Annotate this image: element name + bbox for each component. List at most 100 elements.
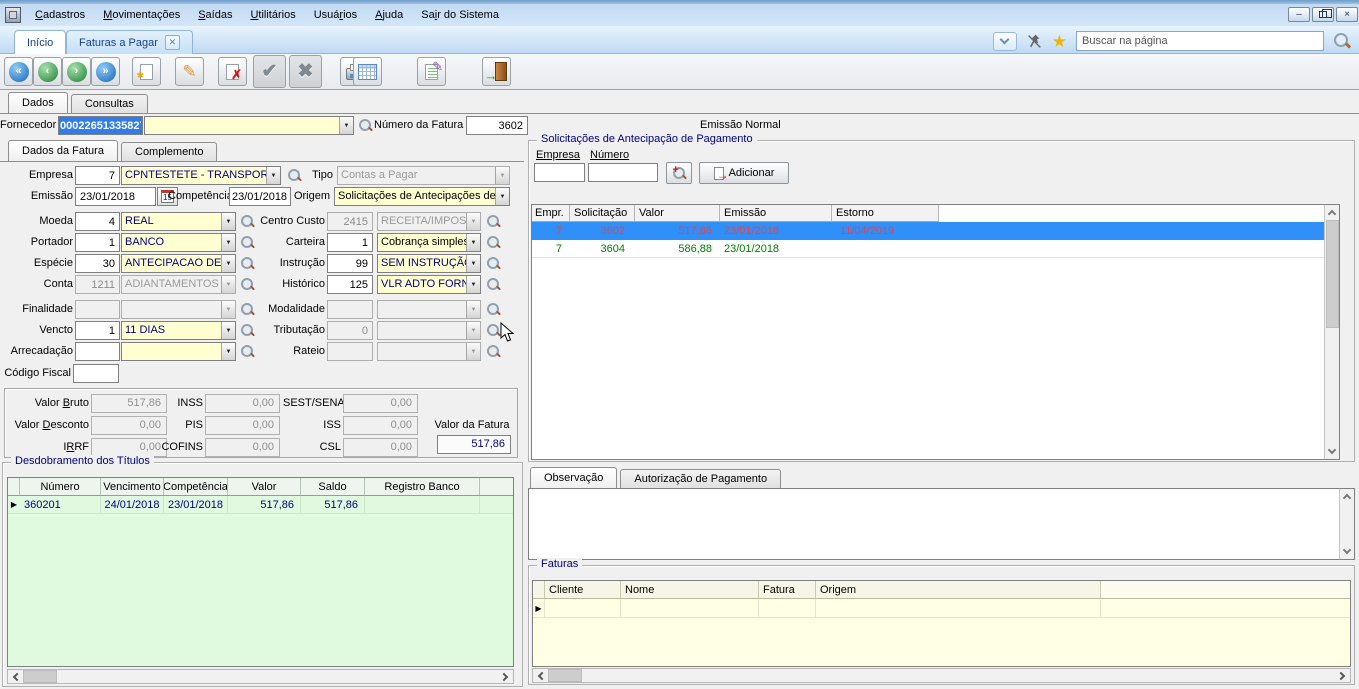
- scroll-right-icon[interactable]: [498, 670, 513, 683]
- menu-cadastros[interactable]: Cadastros: [26, 6, 94, 24]
- menu-saidas[interactable]: Saídas: [189, 6, 241, 24]
- tab-faturas-a-pagar[interactable]: Faturas a Pagar: [66, 30, 193, 54]
- moeda-combo-arrow[interactable]: [221, 213, 235, 230]
- fornecedor-combo-arrow[interactable]: [339, 117, 353, 134]
- carteira-lookup-icon[interactable]: [486, 235, 501, 250]
- first-record-button[interactable]: «: [4, 57, 33, 86]
- instrucao-code-input[interactable]: [327, 254, 373, 273]
- fornecedor-lookup-icon[interactable]: [358, 118, 373, 133]
- chevron-down-button[interactable]: [993, 32, 1017, 51]
- portador-combo-arrow[interactable]: [221, 234, 235, 251]
- portador-code-input[interactable]: [75, 233, 120, 252]
- scroll-down-icon[interactable]: [1326, 444, 1339, 459]
- tab-autorizacao-de-pagamento[interactable]: Autorização de Pagamento: [620, 469, 781, 488]
- fornecedor-code-input[interactable]: [58, 116, 143, 135]
- cancel-button[interactable]: ✖: [289, 55, 322, 88]
- tributacao-lookup-icon[interactable]: [486, 323, 501, 338]
- solicitacoes-row-selected[interactable]: 7 3602 517,86 23/01/2018 11/04/2019: [532, 222, 1339, 240]
- modalidade-lookup-icon[interactable]: [486, 302, 501, 317]
- exit-button[interactable]: [482, 57, 511, 86]
- emissao-input[interactable]: [75, 187, 156, 206]
- carteira-combo-arrow[interactable]: [466, 234, 480, 251]
- menu-ajuda[interactable]: Ajuda: [366, 6, 412, 24]
- scroll-up-icon[interactable]: [1326, 205, 1339, 220]
- observacao-textarea[interactable]: [529, 489, 1337, 559]
- historico-lookup-icon[interactable]: [486, 277, 501, 292]
- instrucao-combo-arrow[interactable]: [466, 255, 480, 272]
- edit-button[interactable]: [175, 57, 204, 86]
- tab-dados-da-fatura[interactable]: Dados da Fatura: [8, 140, 118, 161]
- desdobramento-hscrollbar[interactable]: [7, 669, 514, 684]
- vencto-combo[interactable]: 11 DIAS: [121, 321, 236, 340]
- faturas-empty-row[interactable]: [533, 599, 1350, 618]
- vencto-combo-arrow[interactable]: [221, 322, 235, 339]
- empresa-code-input[interactable]: [75, 166, 120, 185]
- search-icon[interactable]: [1333, 32, 1351, 50]
- restore-button[interactable]: [1312, 7, 1334, 22]
- fornecedor-combo[interactable]: [144, 116, 354, 135]
- close-button[interactable]: ×: [1336, 7, 1358, 22]
- search-input[interactable]: [1076, 31, 1324, 51]
- arrecadacao-code-input[interactable]: [75, 342, 120, 361]
- scroll-right-icon[interactable]: [1335, 669, 1350, 682]
- portador-combo[interactable]: BANCO: [121, 233, 236, 252]
- desdobramento-grid[interactable]: Número Vencimento Competência Valor Sald…: [7, 477, 514, 667]
- menu-movimentacoes[interactable]: Movimentações: [94, 6, 189, 24]
- scroll-left-icon[interactable]: [533, 669, 548, 682]
- previous-record-button[interactable]: ‹: [33, 57, 62, 86]
- origem-combo-arrow[interactable]: [495, 188, 509, 205]
- delete-button[interactable]: [218, 57, 247, 86]
- historico-combo-arrow[interactable]: [466, 276, 480, 293]
- pin-icon[interactable]: [1026, 33, 1043, 50]
- scroll-up-icon[interactable]: [1341, 489, 1354, 504]
- observacao-vscrollbar[interactable]: [1339, 489, 1354, 559]
- menu-utilitarios[interactable]: Utilitários: [241, 6, 304, 24]
- especie-combo-arrow[interactable]: [221, 255, 235, 272]
- solicitacoes-vscrollbar[interactable]: [1324, 205, 1339, 459]
- especie-code-input[interactable]: [75, 254, 120, 273]
- tab-inicio[interactable]: Início: [14, 30, 66, 54]
- notes-button[interactable]: [417, 57, 446, 86]
- carteira-combo[interactable]: Cobrança simples-D: [377, 233, 481, 252]
- scroll-down-icon[interactable]: [1341, 544, 1354, 559]
- menu-usuarios[interactable]: Usuários: [305, 6, 366, 24]
- new-button[interactable]: [132, 57, 161, 86]
- adicionar-button[interactable]: Adicionar: [699, 162, 789, 184]
- tab-complemento[interactable]: Complemento: [121, 142, 217, 161]
- next-record-button[interactable]: ›: [62, 57, 91, 86]
- desdobramento-row[interactable]: 360201 24/01/2018 23/01/2018 517,86 517,…: [8, 496, 513, 514]
- numero-fatura-input[interactable]: [466, 116, 528, 135]
- grid-view-button[interactable]: [353, 57, 382, 86]
- scroll-left-icon[interactable]: [8, 670, 23, 683]
- carteira-code-input[interactable]: [327, 233, 373, 252]
- moeda-code-input[interactable]: [75, 212, 120, 231]
- menu-sair-do-sistema[interactable]: Sair do Sistema: [412, 6, 508, 24]
- historico-code-input[interactable]: [327, 275, 373, 294]
- favorite-star-icon[interactable]: [1052, 33, 1067, 50]
- vencto-code-input[interactable]: [75, 321, 120, 340]
- solicitacoes-row[interactable]: 7 3604 586,88 23/01/2018: [532, 240, 1339, 258]
- instrucao-combo[interactable]: SEM INSTRUÇÃO: [377, 254, 481, 273]
- minimize-button[interactable]: –: [1288, 7, 1310, 22]
- arrecadacao-combo-arrow[interactable]: [221, 343, 235, 360]
- rateio-lookup-icon[interactable]: [486, 344, 501, 359]
- close-tab-icon[interactable]: [165, 35, 180, 50]
- solicitacoes-search-button[interactable]: +: [666, 162, 692, 184]
- origem-combo[interactable]: Solicitações de Antecipações de: [334, 187, 510, 206]
- last-record-button[interactable]: »: [91, 57, 120, 86]
- faturas-hscrollbar[interactable]: [532, 668, 1351, 683]
- scroll-thumb[interactable]: [23, 670, 57, 683]
- tab-consultas[interactable]: Consultas: [71, 94, 148, 113]
- solicitacoes-empresa-input[interactable]: [534, 163, 585, 182]
- tab-dados[interactable]: Dados: [8, 92, 68, 113]
- especie-combo[interactable]: ANTECIPACAO DE F: [121, 254, 236, 273]
- scroll-thumb[interactable]: [548, 669, 582, 682]
- codigo-fiscal-input[interactable]: [73, 364, 119, 383]
- tab-observacao[interactable]: Observação: [530, 467, 617, 488]
- historico-combo[interactable]: VLR ADTO FORNEC: [377, 275, 481, 294]
- centro-custo-lookup-icon[interactable]: [486, 214, 501, 229]
- scroll-thumb[interactable]: [1326, 220, 1339, 328]
- arrecadacao-combo[interactable]: [121, 342, 236, 361]
- confirm-button[interactable]: ✔: [253, 55, 286, 88]
- moeda-combo[interactable]: REAL: [121, 212, 236, 231]
